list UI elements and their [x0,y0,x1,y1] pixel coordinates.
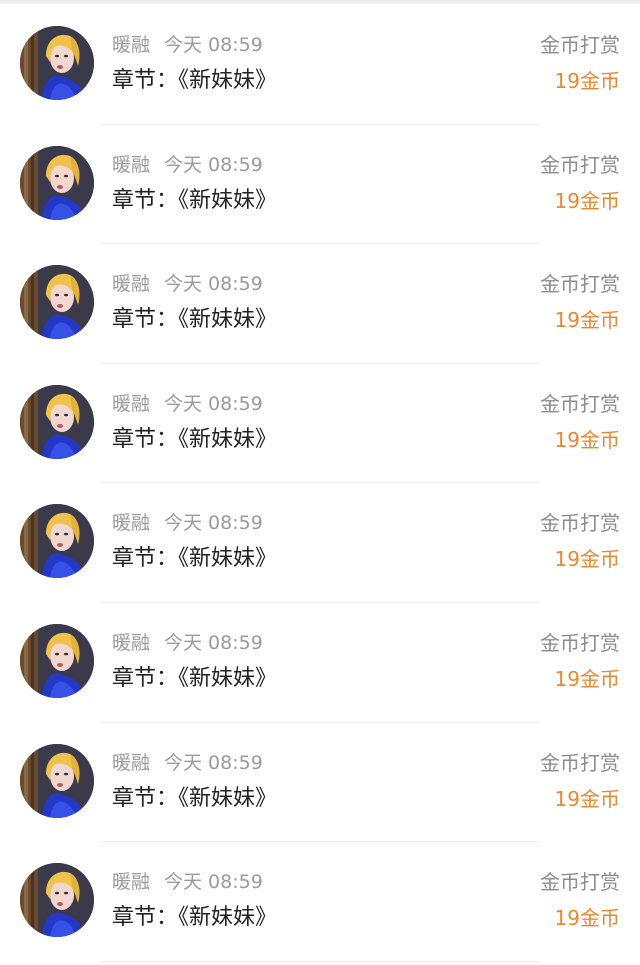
user-name: 暖融 [112,631,151,654]
reward-amount: 19金币 [554,547,620,572]
reward-type: 金币打赏 [540,630,620,655]
chapter-title: 章节：《新妹妹》 [112,665,278,691]
reward-list-item[interactable]: 暖融 今天 08:59 章节：《新妹妹》 金币打赏 19金币 [0,723,640,843]
avatar[interactable] [20,145,94,220]
user-meta: 暖融 今天 08:59 [112,749,263,777]
user-name: 暖融 [112,512,151,535]
avatar[interactable] [20,504,94,579]
reward-list-item[interactable]: 暖融 今天 08:59 章节：《新妹妹》 金币打赏 19金币 [0,125,640,245]
reward-type: 金币打赏 [540,152,620,177]
reward-amount: 19金币 [554,427,620,452]
reward-list-item[interactable]: 暖融 今天 08:59 章节：《新妹妹》 金币打赏 19金币 [0,483,640,603]
top-divider [0,0,640,4]
record-time: 今天 08:59 [164,34,263,56]
reward-amount: 19金币 [554,906,620,931]
avatar[interactable] [20,384,94,459]
user-meta: 暖融 今天 08:59 [112,270,263,298]
user-name: 暖融 [112,273,151,296]
user-meta: 暖融 今天 08:59 [112,390,263,418]
reward-record-page: 暖融 今天 08:59 章节：《新妹妹》 金币打赏 19金币 暖融 今天 08:59… [0,0,640,965]
reward-amount: 19金币 [554,666,620,691]
user-meta: 暖融 今天 08:59 [112,509,263,537]
record-time: 今天 08:59 [164,153,263,176]
user-name: 暖融 [112,871,151,894]
reward-type: 金币打赏 [540,870,620,895]
chapter-title: 章节：《新妹妹》 [112,546,278,572]
reward-amount: 19金币 [554,69,620,93]
user-name: 暖融 [112,392,151,415]
record-time: 今天 08:59 [164,751,263,774]
user-meta: 暖融 今天 08:59 [112,31,263,59]
avatar[interactable] [20,863,94,938]
chapter-title: 章节：《新妹妹》 [112,426,278,452]
reward-type: 金币打赏 [540,750,620,775]
chapter-title: 章节：《新妹妹》 [112,785,278,811]
reward-list-item[interactable]: 暖融 今天 08:59 章节：《新妹妹》 金币打赏 19金币 [0,842,640,962]
chapter-title: 章节：《新妹妹》 [112,905,278,931]
reward-list-item[interactable]: 暖融 今天 08:59 章节：《新妹妹》 金币打赏 19金币 [0,244,640,364]
reward-amount: 19金币 [554,188,620,213]
record-time: 今天 08:59 [164,392,263,415]
user-meta: 暖融 今天 08:59 [112,151,263,179]
avatar[interactable] [20,26,94,100]
reward-list-item[interactable]: 暖融 今天 08:59 章节：《新妹妹》 金币打赏 19金币 [0,364,640,484]
reward-list-item[interactable]: 暖融 今天 08:59 章节：《新妹妹》 金币打赏 19金币 [0,603,640,723]
record-time: 今天 08:59 [164,871,263,894]
avatar[interactable] [20,623,94,698]
record-time: 今天 08:59 [164,512,263,535]
reward-amount: 19金币 [554,786,620,811]
user-meta: 暖融 今天 08:59 [112,629,263,657]
row-divider [100,960,540,962]
reward-type: 金币打赏 [540,391,620,416]
chapter-title: 章节：《新妹妹》 [112,307,278,333]
reward-amount: 19金币 [554,308,620,333]
reward-type: 金币打赏 [540,511,620,536]
chapter-title: 章节：《新妹妹》 [112,68,278,93]
record-time: 今天 08:59 [164,631,263,654]
user-name: 暖融 [112,751,151,774]
chapter-title: 章节：《新妹妹》 [112,187,278,213]
reward-list-item[interactable]: 暖融 今天 08:59 章节：《新妹妹》 金币打赏 19金币 [0,5,640,125]
avatar[interactable] [20,265,94,340]
user-name: 暖融 [112,34,151,56]
reward-list: 暖融 今天 08:59 章节：《新妹妹》 金币打赏 19金币 暖融 今天 08:59… [0,5,640,962]
user-meta: 暖融 今天 08:59 [112,868,263,896]
avatar[interactable] [20,743,94,818]
record-time: 今天 08:59 [164,273,263,296]
reward-type: 金币打赏 [540,272,620,297]
user-name: 暖融 [112,153,151,176]
reward-type: 金币打赏 [540,33,620,57]
